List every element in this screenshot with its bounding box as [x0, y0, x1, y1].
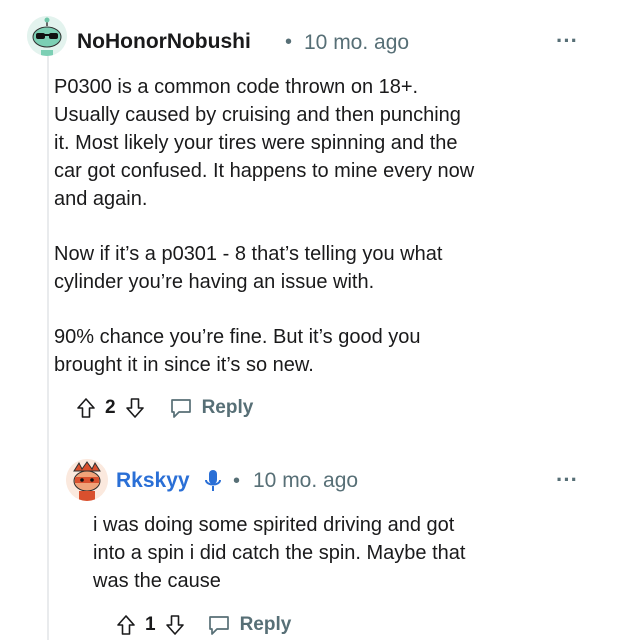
reply-line: was the cause [93, 570, 221, 592]
comment-actions: 2 Reply [76, 397, 253, 419]
reply-button[interactable]: Reply [207, 614, 292, 636]
comment-icon [207, 614, 231, 636]
vote-score: 2 [105, 397, 116, 418]
comment-line: brought it in since it’s so new. [54, 354, 314, 376]
vote-score: 1 [145, 614, 156, 635]
avatar[interactable] [66, 459, 108, 501]
more-options-icon[interactable]: ··· [556, 30, 578, 52]
comment-icon [169, 397, 193, 419]
more-options-icon[interactable]: ··· [556, 469, 578, 491]
reply-line: into a spin i did catch the spin. Maybe … [93, 542, 466, 564]
comment-username[interactable]: NoHonorNobushi [77, 30, 251, 54]
upvote-icon[interactable] [76, 397, 96, 419]
robot-avatar-icon [27, 16, 67, 56]
reply-label: Reply [201, 397, 254, 418]
comment-line: cylinder you’re having an issue with. [54, 271, 375, 293]
ninja-avatar-icon [66, 459, 108, 501]
comment-line: Usually caused by cruising and then punc… [54, 104, 461, 126]
comment-line: car got confused. It happens to mine eve… [54, 160, 475, 182]
downvote-icon[interactable] [165, 614, 185, 636]
reply-label: Reply [239, 614, 292, 635]
thread-line [47, 56, 49, 640]
microphone-icon [204, 468, 222, 494]
reply-line: i was doing some spirited driving and go… [93, 514, 455, 536]
reply-body: i was doing some spirited driving and go… [93, 511, 465, 595]
comment-line: P0300 is a common code thrown on 18+. [54, 76, 419, 98]
reply-actions: 1 Reply [116, 614, 291, 636]
reply-username[interactable]: Rkskyy [116, 469, 190, 493]
meta-separator: • [233, 470, 241, 492]
downvote-icon[interactable] [125, 397, 145, 419]
meta-separator: • [285, 31, 293, 53]
comment-line: Now if it’s a p0301 - 8 that’s telling y… [54, 243, 443, 265]
upvote-icon[interactable] [116, 614, 136, 636]
comment-line: it. Most likely your tires were spinning… [54, 132, 458, 154]
comment-line: 90% chance you’re fine. But it’s good yo… [54, 326, 421, 348]
avatar[interactable] [27, 16, 67, 56]
comment-line: and again. [54, 188, 148, 210]
reply-button[interactable]: Reply [169, 397, 254, 419]
reply-timestamp[interactable]: 10 mo. ago [253, 469, 358, 493]
comment-body: P0300 is a common code thrown on 18+. Us… [54, 73, 474, 379]
comment-timestamp[interactable]: 10 mo. ago [304, 31, 409, 55]
